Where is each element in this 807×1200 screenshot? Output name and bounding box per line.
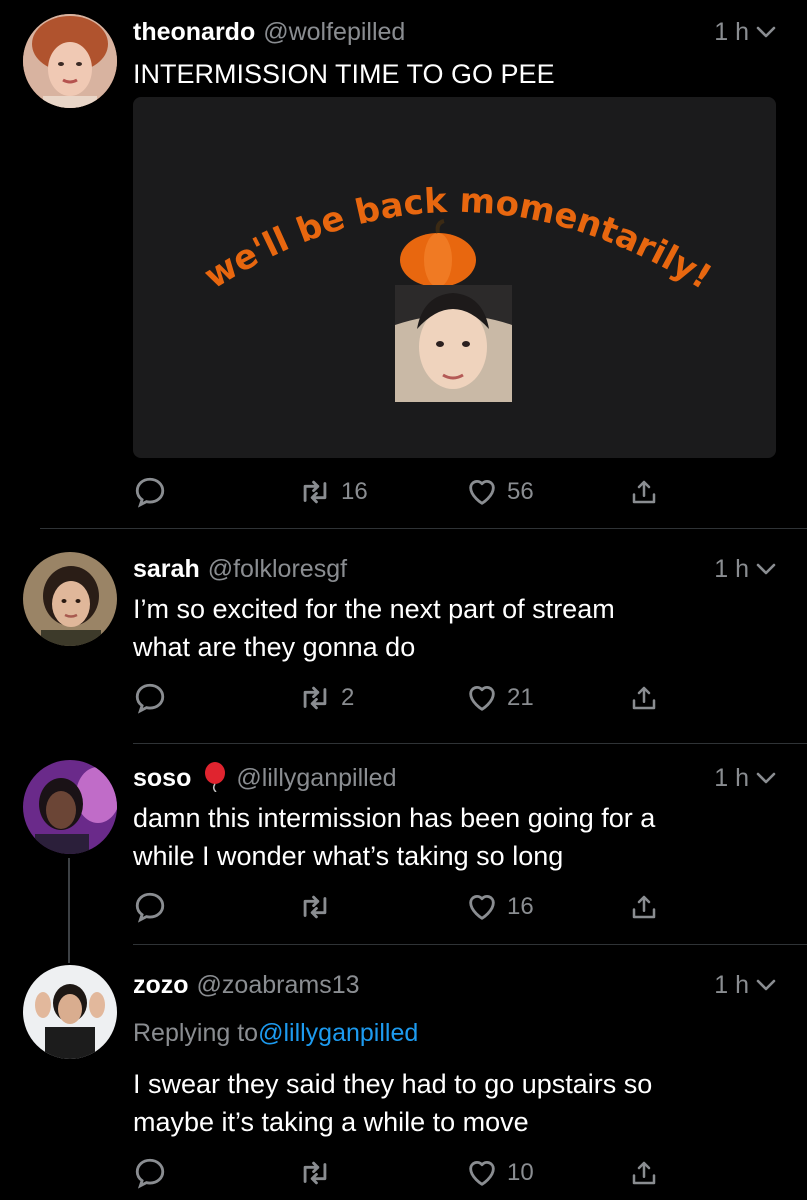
like-button[interactable]: 16: [465, 887, 534, 927]
reply-icon: [133, 475, 167, 509]
like-button[interactable]: 56: [465, 472, 534, 512]
tweet-soso[interactable]: soso @lillyganpilled 1 h damn this inter…: [0, 744, 807, 944]
stream-break-image: we'll be back momentarily!: [197, 181, 718, 402]
like-count: 56: [507, 478, 534, 505]
share-button[interactable]: [629, 472, 659, 512]
balloon-icon: [205, 762, 226, 793]
share-button[interactable]: [629, 1153, 659, 1193]
reply-button[interactable]: [133, 472, 167, 512]
tweet-media[interactable]: we'll be back momentarily!: [133, 97, 776, 458]
share-icon: [629, 476, 659, 508]
tweet-sarah[interactable]: sarah @folkloresgf 1 h I’m so excited for…: [0, 529, 807, 743]
display-name[interactable]: sarah: [133, 555, 200, 583]
reply-icon: [133, 1156, 167, 1190]
like-button[interactable]: 10: [465, 1153, 534, 1193]
chevron-down-icon[interactable]: [755, 23, 777, 41]
tweet-text-line: I’m so excited for the next part of stre…: [133, 594, 615, 624]
tweet-text-line: what are they gonna do: [133, 632, 416, 662]
timestamp[interactable]: 1 h: [714, 969, 749, 1001]
like-count: 21: [507, 684, 534, 711]
avatar[interactable]: [23, 965, 117, 1059]
user-handle[interactable]: @folkloresgf: [208, 555, 347, 583]
tweet-theonardo[interactable]: theonardo @wolfepilled 1 h INTERMISSION T…: [0, 0, 807, 528]
user-handle[interactable]: @zoabrams13: [197, 971, 360, 999]
timestamp[interactable]: 1 h: [714, 16, 749, 48]
tweet-text: I swear they said they had to go upstair…: [133, 1065, 777, 1141]
retweet-button[interactable]: 2: [297, 678, 354, 718]
display-name[interactable]: soso: [133, 764, 191, 792]
retweet-button[interactable]: [297, 1153, 333, 1193]
share-icon: [629, 891, 659, 923]
retweet-icon: [297, 890, 333, 924]
user-handle[interactable]: @wolfepilled: [263, 18, 405, 46]
share-icon: [629, 1157, 659, 1189]
replying-to: Replying to@lillyganpilled: [133, 1019, 418, 1048]
avatar[interactable]: [23, 14, 117, 108]
retweet-icon: [297, 1156, 333, 1190]
reply-button[interactable]: [133, 1153, 167, 1193]
chevron-down-icon[interactable]: [755, 560, 777, 578]
mention-link[interactable]: @lillyganpilled: [258, 1019, 418, 1047]
reply-button[interactable]: [133, 887, 167, 927]
retweet-button[interactable]: [297, 887, 333, 927]
like-count: 10: [507, 1159, 534, 1186]
pumpkin-icon: [400, 219, 476, 287]
tweet-text-line: while I wonder what’s taking so long: [133, 841, 564, 871]
retweet-count: 2: [341, 684, 355, 711]
reply-button[interactable]: [133, 678, 167, 718]
heart-icon: [465, 475, 499, 509]
streamer-photo: [395, 285, 512, 402]
chevron-down-icon[interactable]: [755, 769, 777, 787]
share-button[interactable]: [629, 678, 659, 718]
display-name[interactable]: zozo: [133, 971, 189, 999]
heart-icon: [465, 1156, 499, 1190]
user-handle[interactable]: @lillyganpilled: [236, 764, 396, 792]
like-button[interactable]: 21: [465, 678, 534, 718]
tweet-text-line: I swear they said they had to go upstair…: [133, 1069, 653, 1099]
chevron-down-icon[interactable]: [755, 976, 777, 994]
retweet-icon: [297, 681, 333, 715]
share-icon: [629, 682, 659, 714]
display-name[interactable]: theonardo: [133, 18, 255, 46]
tweet-text-line: maybe it’s taking a while to move: [133, 1107, 529, 1137]
reply-icon: [133, 890, 167, 924]
heart-icon: [465, 681, 499, 715]
tweet-text-line: damn this intermission has been going fo…: [133, 803, 656, 833]
retweet-icon: [297, 475, 333, 509]
like-count: 16: [507, 893, 534, 920]
avatar[interactable]: [23, 760, 117, 854]
retweet-button[interactable]: 16: [297, 472, 368, 512]
tweet-text: damn this intermission has been going fo…: [133, 799, 777, 875]
avatar[interactable]: [23, 552, 117, 646]
heart-icon: [465, 890, 499, 924]
reply-icon: [133, 681, 167, 715]
tweet-text: I’m so excited for the next part of stre…: [133, 590, 777, 666]
tweet-text: INTERMISSION TIME TO GO PEE: [133, 59, 555, 89]
timestamp[interactable]: 1 h: [714, 762, 749, 794]
timestamp[interactable]: 1 h: [714, 553, 749, 585]
retweet-count: 16: [341, 478, 368, 505]
tweet-zozo[interactable]: zozo @zoabrams13 1 h Replying to@lillygan…: [0, 945, 807, 1200]
share-button[interactable]: [629, 887, 659, 927]
replying-to-label: Replying to: [133, 1019, 259, 1047]
